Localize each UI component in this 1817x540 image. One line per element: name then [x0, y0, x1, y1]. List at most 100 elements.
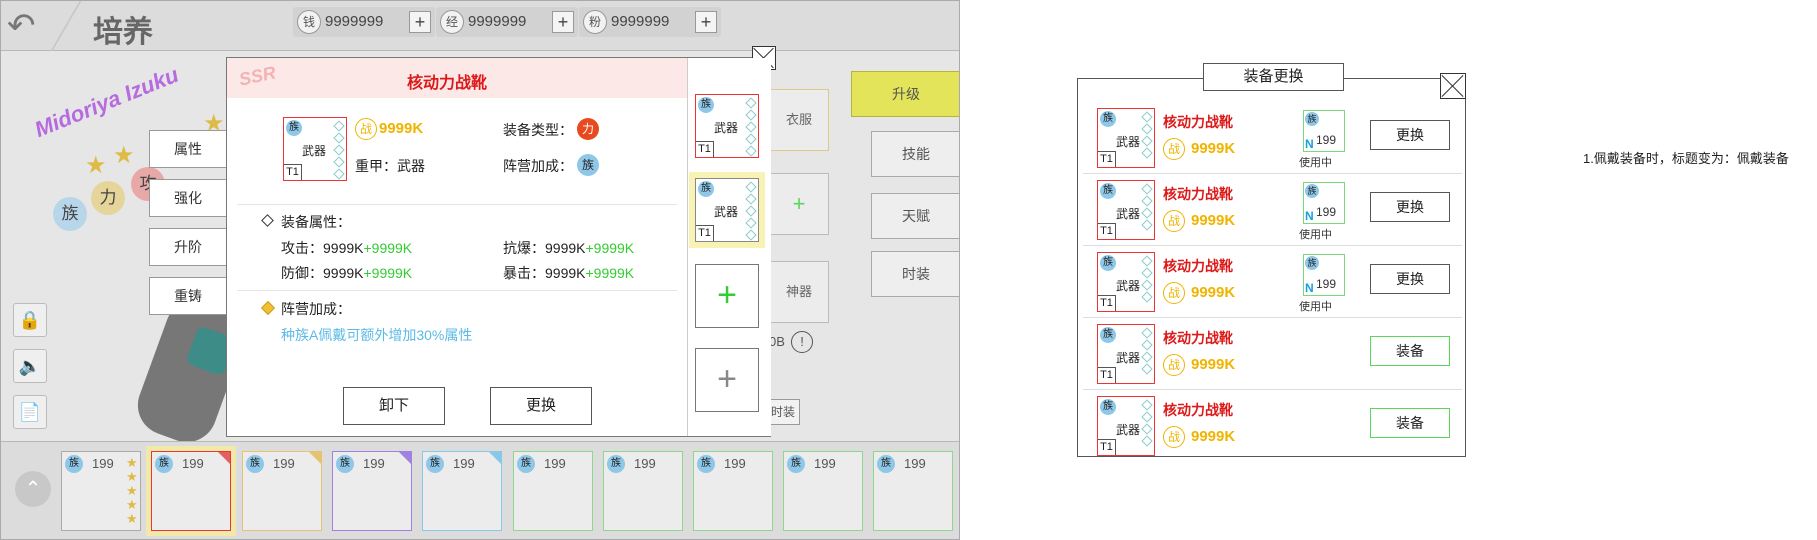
- slot-add-icon[interactable]: +: [769, 173, 829, 235]
- lock-icon[interactable]: 🔒: [13, 303, 47, 337]
- hero-level: 199: [1316, 277, 1337, 291]
- replace-button[interactable]: 更换: [1370, 192, 1450, 222]
- hero-rarity: N: [1305, 137, 1314, 151]
- close-icon[interactable]: [1440, 73, 1466, 99]
- power-value: 9999K: [1191, 140, 1236, 157]
- equip-button[interactable]: 装备: [1370, 336, 1450, 366]
- hero-card[interactable]: 族 199: [693, 451, 773, 531]
- faction-badge: 族: [577, 154, 599, 176]
- add-money-button[interactable]: +: [409, 11, 431, 33]
- tab-skills[interactable]: 技能: [871, 131, 959, 177]
- add-equipment-green-icon[interactable]: +: [695, 264, 759, 328]
- diamond-icon: [1141, 183, 1153, 195]
- diamond-icon: [745, 229, 757, 241]
- list-item[interactable]: 族 武器 T1 核动力战靴 战 9999K 族 N 199 使用中 更换: [1083, 174, 1462, 246]
- equip-type-label: 装备类型：: [503, 122, 573, 138]
- hero-card[interactable]: 族 199: [242, 451, 322, 531]
- hero-level: 199: [182, 456, 204, 471]
- diamond-icon: [745, 193, 757, 205]
- diamond-icon: [333, 120, 345, 132]
- design-note: 1.佩戴装备时，标题变为：佩戴装备: [1583, 151, 1789, 166]
- tribe-badge: 族: [1100, 399, 1116, 415]
- diamond-icon: [1141, 135, 1153, 147]
- attr-label: 防御：: [281, 265, 323, 281]
- speaker-icon[interactable]: 🔈: [13, 349, 47, 383]
- equipment-icon: 族 武器 T1: [1097, 396, 1155, 456]
- replace-button[interactable]: 更换: [1370, 264, 1450, 294]
- diamond-icon: [1141, 363, 1153, 375]
- tab-fashion[interactable]: 时装: [871, 251, 959, 297]
- diamond-icon: [1141, 399, 1153, 411]
- equip-button[interactable]: 装备: [1370, 408, 1450, 438]
- rarity-corner: [399, 452, 411, 464]
- list-item[interactable]: 族 武器 T1 核动力战靴 战 9999K 装备: [1083, 390, 1462, 462]
- add-equipment-gray-icon[interactable]: +: [695, 348, 759, 412]
- fashion-slot-button[interactable]: 时装: [766, 399, 800, 425]
- tier-label: T1: [1098, 223, 1116, 239]
- hero-level: 199: [634, 456, 656, 471]
- tier-label: T1: [696, 225, 714, 241]
- equipment-type-name: 武器: [1116, 279, 1141, 293]
- add-exp-button[interactable]: +: [552, 11, 574, 33]
- money-icon: 钱: [297, 10, 321, 34]
- tribe-badge: 族: [698, 97, 714, 113]
- document-icon[interactable]: 📄: [13, 395, 47, 429]
- equipment-slot[interactable]: 族 武器 T1: [695, 94, 759, 158]
- hero-card[interactable]: 族 199: [603, 451, 683, 531]
- hero-level: 199: [814, 456, 836, 471]
- money-value: 9999999: [325, 13, 384, 30]
- in-use-label: 使用中: [1299, 157, 1332, 169]
- armor-text: 重甲：武器: [355, 158, 425, 174]
- attr-row: 抗爆：9999K+9999K: [503, 238, 634, 258]
- attr-row: 攻击：9999K+9999K: [281, 238, 412, 258]
- hero-card[interactable]: 族 199: [783, 451, 863, 531]
- replace-button[interactable]: 更换: [490, 387, 592, 425]
- hero-card[interactable]: 族 199: [513, 451, 593, 531]
- diamond-icon: [1141, 435, 1153, 447]
- fans-icon: 粉: [583, 10, 607, 34]
- hero-card-selected[interactable]: 族 199: [151, 451, 231, 531]
- page-title: 培养: [93, 16, 153, 49]
- equipment-type-name: 武器: [1116, 207, 1141, 221]
- rarity-corner: [218, 452, 230, 464]
- hero-card[interactable]: 族 199: [873, 451, 953, 531]
- slot-clothes[interactable]: 衣服: [769, 89, 829, 151]
- diamond-icon: [745, 133, 757, 145]
- equipment-slot-selected[interactable]: 族 武器 T1: [695, 178, 759, 242]
- equipment-type-name: 武器: [714, 121, 739, 135]
- tribe-badge: 族: [697, 455, 715, 473]
- back-arrow-icon[interactable]: ↶: [7, 9, 47, 43]
- diamond-icon: [1141, 279, 1153, 291]
- resource-exp: 经 9999999 +: [436, 7, 578, 37]
- power-icon: 战: [355, 118, 377, 140]
- equipment-name: 核动力战靴: [1163, 330, 1233, 346]
- hero-level: 199: [363, 456, 385, 471]
- hero-level: 199: [544, 456, 566, 471]
- info-icon[interactable]: !: [791, 331, 813, 353]
- attr-bonus: +9999K: [585, 240, 635, 256]
- resource-fans: 粉 9999999 +: [579, 7, 721, 37]
- replace-button[interactable]: 更换: [1370, 120, 1450, 150]
- tier-label: T1: [1098, 295, 1116, 311]
- tab-upgrade[interactable]: 升级: [851, 71, 959, 117]
- exp-value: 9999999: [468, 13, 527, 30]
- attr-row: 暴击：9999K+9999K: [503, 263, 634, 283]
- resource-money: 钱 9999999 +: [293, 7, 435, 37]
- add-fans-button[interactable]: +: [695, 11, 717, 33]
- list-item[interactable]: 族 武器 T1 核动力战靴 战 9999K 族 N 199 使用中 更换: [1083, 102, 1462, 174]
- chevron-up-icon[interactable]: ⌃: [15, 471, 51, 507]
- attr-bonus: +9999K: [585, 265, 635, 281]
- list-item[interactable]: 族 武器 T1 核动力战靴 战 9999K 装备: [1083, 318, 1462, 390]
- tribe-badge: 族: [426, 455, 444, 473]
- list-item[interactable]: 族 武器 T1 核动力战靴 战 9999K 族 N 199 使用中 更换: [1083, 246, 1462, 318]
- attr-value: 9999K: [323, 265, 364, 281]
- hero-card[interactable]: 族 199: [422, 451, 502, 531]
- hero-card[interactable]: 族 199: [332, 451, 412, 531]
- unequip-button[interactable]: 卸下: [343, 387, 445, 425]
- diamond-icon: [745, 97, 757, 109]
- slot-artifact[interactable]: 神器: [769, 261, 829, 323]
- panel-title: 装备更换: [1203, 63, 1344, 91]
- hero-card[interactable]: 族 199 ★ ★ ★ ★ ★: [61, 451, 141, 531]
- tab-talent[interactable]: 天赋: [871, 193, 959, 239]
- diamond-icon: [333, 168, 345, 180]
